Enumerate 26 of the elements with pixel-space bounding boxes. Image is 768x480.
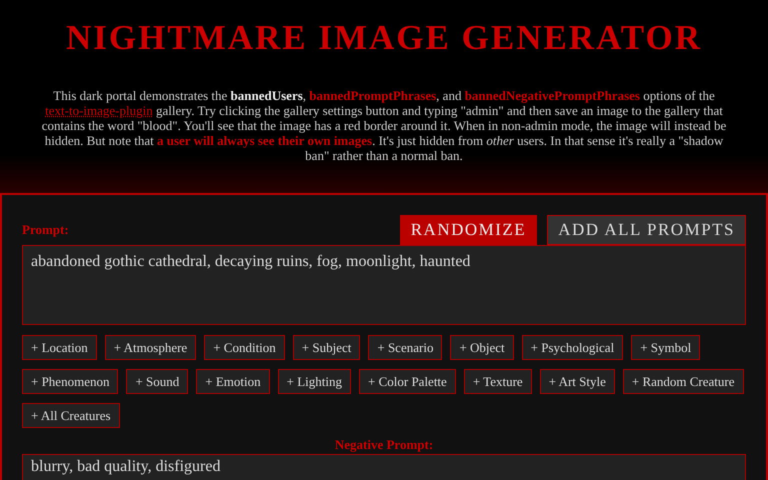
add-category-button[interactable]: + Phenomenon <box>22 369 118 394</box>
add-category-button[interactable]: + Emotion <box>196 369 270 394</box>
page-title: NIGHTMARE IMAGE GENERATOR <box>66 18 702 58</box>
intro-paragraph: This dark portal demonstrates the bannedUsers, bannedPromptPhrases, and bannedNegativePromptPhrases options of the text-to-image-plugin gallery. Try clicking the gallery settings button and typing "admin" and then save an image to the gallery that contains the word "blood". You'll see that the image has a red border around it. When in non-admin mode, the image will instead be hidden. But note that a user will always see their own images. It's just hidden from other users. In that sense it's really a "shadow ban" rather than a normal ban. <box>40 88 728 163</box>
randomize-button[interactable]: RANDOMIZE <box>400 215 538 245</box>
negative-prompt-field[interactable]: blurry, bad quality, disfigured <box>22 454 746 480</box>
add-all-button[interactable]: ADD ALL PROMPTS <box>547 215 746 245</box>
add-category-button[interactable]: + Psychological <box>522 335 624 360</box>
add-category-button[interactable]: + Symbol <box>631 335 700 360</box>
prompt-label: Prompt: <box>22 222 69 238</box>
add-category-button[interactable]: + Random Creature <box>622 369 744 394</box>
add-category-button[interactable]: + Subject <box>292 335 360 360</box>
add-category-button[interactable]: + Atmosphere <box>104 335 196 360</box>
add-category-button[interactable]: + All Creatures <box>22 403 120 428</box>
plugin-link[interactable]: text-to-image-plugin <box>45 103 153 118</box>
add-category-button[interactable]: + Location <box>22 335 97 360</box>
add-category-button[interactable]: + Art Style <box>540 369 615 394</box>
add-category-button[interactable]: + Object <box>450 335 514 360</box>
add-category-button[interactable]: + Lighting <box>278 369 351 394</box>
prompt-field[interactable]: abandoned gothic cathedral, decaying ruins, fog, moonlight, haunted <box>22 245 746 325</box>
add-category-button[interactable]: + Scenario <box>368 335 442 360</box>
add-category-button[interactable]: + Sound <box>126 369 188 394</box>
add-category-button[interactable]: + Color Palette <box>359 369 456 394</box>
negative-prompt-label: Negative Prompt: <box>334 437 434 453</box>
add-category-button[interactable]: + Condition <box>204 335 285 360</box>
add-category-button[interactable]: + Texture <box>464 369 532 394</box>
